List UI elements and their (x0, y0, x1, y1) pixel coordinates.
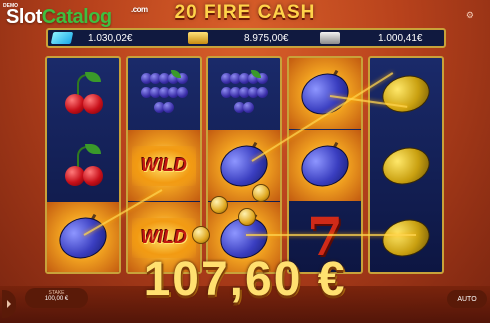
coin-icon (238, 208, 256, 226)
coin-icon (192, 226, 210, 244)
reel-cell (289, 58, 361, 129)
reel-cell (47, 130, 119, 201)
reel-cell (208, 58, 280, 129)
plum-symbol (295, 138, 355, 193)
jackpot-bar: 1.030,02€ 8.975,00€ 1.000,41€ (46, 28, 446, 48)
reel-cell (47, 58, 119, 129)
plum-symbol (214, 138, 274, 193)
cherry-symbol (57, 70, 109, 118)
gold-bars-icon (188, 32, 208, 44)
jackpot-silver: 1.000,41€ (320, 30, 423, 46)
coin-icon (210, 196, 228, 214)
reel-2: WILD WILD (126, 56, 202, 274)
diamond-icon (50, 32, 74, 44)
grape-symbol (220, 69, 268, 118)
jackpot-silver-value: 1.000,41€ (378, 33, 423, 44)
plum-symbol (295, 66, 355, 121)
grape-symbol (140, 69, 188, 118)
jackpot-diamond: 1.030,02€ (50, 30, 133, 46)
lemon-symbol (378, 141, 434, 190)
game-title: 20 FIRE CASH (174, 2, 316, 23)
reel-cell (128, 58, 200, 129)
reel-5 (368, 56, 444, 274)
reel-4: 7 (287, 56, 363, 274)
reel-cell: WILD (128, 130, 200, 201)
jackpot-gold-value: 8.975,00€ (244, 33, 289, 44)
coin-icon (252, 184, 270, 202)
wild-symbol: WILD (132, 145, 196, 186)
settings-icon[interactable]: ⚙ (466, 10, 474, 21)
silver-bars-icon (320, 32, 340, 44)
reel-cell (370, 58, 442, 129)
reel-1 (45, 56, 121, 274)
reel-cell (370, 130, 442, 201)
cherry-symbol (57, 142, 109, 190)
jackpot-gold: 8.975,00€ (188, 30, 289, 46)
reel-cell (289, 130, 361, 201)
payline (246, 234, 416, 236)
win-amount: 107,60 € (143, 253, 347, 306)
reel-3 (206, 56, 282, 274)
jackpot-diamond-value: 1.030,02€ (88, 33, 133, 44)
